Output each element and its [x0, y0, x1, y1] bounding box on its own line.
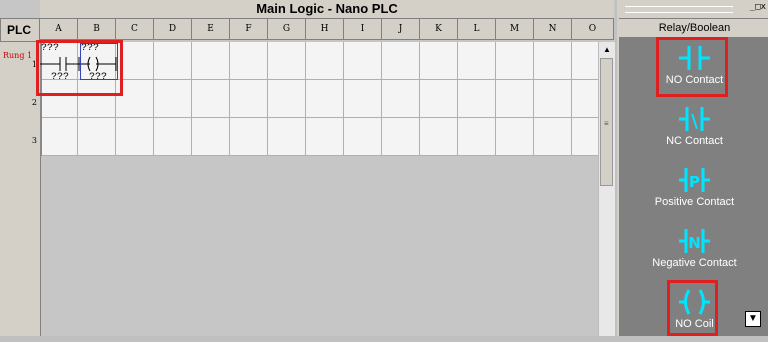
palette-item-label: Negative Contact [652, 257, 737, 269]
nc-contact-icon: \ [679, 107, 710, 132]
rung-number: 2 [31, 98, 37, 107]
palette-item-nc-contact[interactable]: \ NC Contact [619, 99, 768, 159]
svg-text:N: N [688, 234, 701, 252]
palette-item-label: NC Contact [666, 135, 723, 147]
palette-titlebar[interactable]: _□x [619, 0, 768, 19]
column-header-d[interactable]: D [154, 18, 192, 40]
column-header-f[interactable]: F [230, 18, 268, 40]
drag-grip[interactable] [625, 6, 733, 13]
palette-item-negative-contact[interactable]: N Negative Contact [619, 221, 768, 281]
column-header-b[interactable]: B [78, 18, 116, 40]
highlight-box-no-contact [656, 37, 728, 97]
column-header-i[interactable]: I [344, 18, 382, 40]
ladder-editor: Main Logic - Nano PLC PLC A B C D E F G … [0, 0, 615, 336]
vertical-scrollbar[interactable]: ▲ ≡ [598, 42, 615, 336]
editor-title: Main Logic - Nano PLC [40, 0, 614, 19]
highlight-box-no-coil [667, 280, 718, 336]
rung-gutter: Rung 1 1 2 3 [0, 42, 41, 336]
rung-label: Rung 1 [3, 51, 33, 60]
positive-contact-icon: P [679, 168, 710, 192]
palette-scroll-down-icon[interactable]: ▼ [745, 311, 761, 327]
ladder-grid[interactable] [40, 42, 598, 156]
palette-category: Relay/Boolean [619, 19, 768, 37]
grip-icon: ≡ [604, 119, 609, 128]
window-buttons[interactable]: _□x [750, 2, 766, 12]
column-header-n[interactable]: N [534, 18, 572, 40]
palette-item-label: Positive Contact [654, 196, 735, 208]
scroll-thumb[interactable]: ≡ [600, 58, 613, 186]
scroll-up-arrow-icon[interactable]: ▲ [599, 42, 615, 58]
column-header-j[interactable]: J [382, 18, 420, 40]
column-header-l[interactable]: L [458, 18, 496, 40]
plc-label: PLC [0, 18, 40, 42]
palette-item-positive-contact[interactable]: P Positive Contact [619, 160, 768, 220]
column-header-o[interactable]: O [572, 18, 614, 40]
column-header-a[interactable]: A [40, 18, 78, 40]
negative-contact-icon: N [679, 229, 710, 253]
column-header-k[interactable]: K [420, 18, 458, 40]
highlight-box-rung [36, 40, 123, 96]
column-header-e[interactable]: E [192, 18, 230, 40]
svg-text:\: \ [691, 111, 698, 132]
column-header-g[interactable]: G [268, 18, 306, 40]
column-header-c[interactable]: C [116, 18, 154, 40]
column-header-h[interactable]: H [306, 18, 344, 40]
column-headers: A B C D E F G H I J K L M N O [40, 18, 614, 42]
svg-text:P: P [689, 173, 700, 191]
column-header-m[interactable]: M [496, 18, 534, 40]
rung-number: 3 [31, 136, 37, 145]
